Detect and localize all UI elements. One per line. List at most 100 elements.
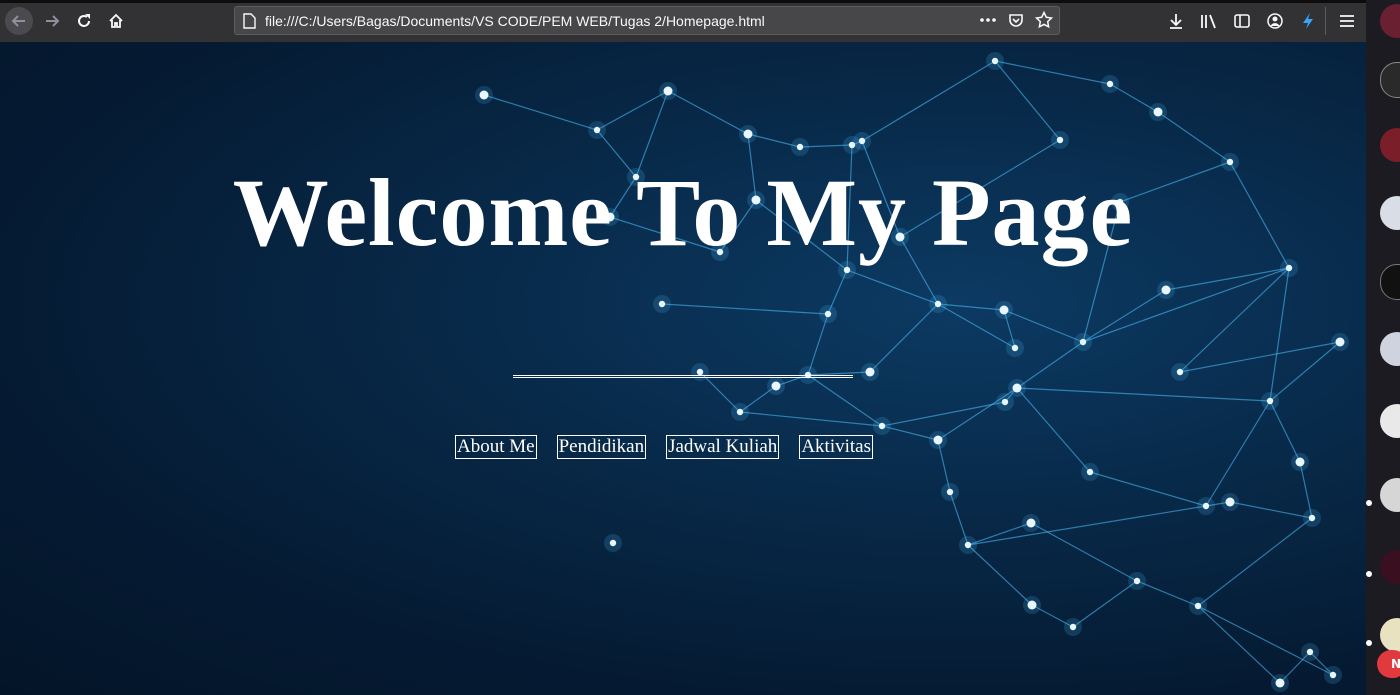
network-node [1202, 502, 1210, 510]
network-line [596, 90, 669, 131]
home-button[interactable] [102, 7, 130, 35]
avatar[interactable] [1380, 404, 1400, 438]
nav-link-jadwal-kuliah[interactable]: Jadwal Kuliah [666, 435, 780, 459]
library-icon[interactable] [1199, 10, 1219, 32]
toolbar-actions [1166, 10, 1318, 32]
avatar[interactable] [1380, 264, 1400, 300]
url-bar[interactable]: file:///C:/Users/Bagas/Documents/VS CODE… [234, 6, 1060, 35]
page-viewport: Welcome To My Page About Me Pendidikan J… [0, 42, 1366, 695]
nav-link-pendidikan[interactable]: Pendidikan [556, 435, 647, 459]
network-node [1026, 518, 1036, 528]
network-line [1157, 111, 1231, 163]
network-line [1269, 267, 1290, 402]
avatar[interactable] [1380, 128, 1400, 162]
network-line [1082, 267, 1290, 343]
network-line [1072, 580, 1138, 628]
hamburger-icon [1340, 15, 1354, 27]
toolbar-divider [1325, 7, 1326, 35]
network-line [881, 401, 1006, 427]
network-line [1269, 400, 1301, 463]
network-node [663, 86, 673, 96]
network-node [1133, 577, 1141, 585]
network-line [994, 60, 1061, 141]
unread-dot [1366, 571, 1372, 577]
network-node [736, 408, 744, 416]
network-line [1165, 267, 1290, 291]
network-line [1269, 341, 1341, 402]
network-line [667, 90, 749, 135]
menu-button[interactable] [1336, 10, 1358, 32]
network-node [1012, 383, 1022, 393]
network-line [1003, 309, 1084, 343]
avatar[interactable] [1380, 62, 1400, 98]
network-node [1308, 514, 1316, 522]
avatar[interactable] [1380, 618, 1400, 652]
network-line [1229, 501, 1313, 519]
avatar[interactable] [1380, 196, 1400, 230]
network-node [609, 539, 617, 547]
network-line [994, 60, 1111, 85]
avatar[interactable] [1380, 478, 1400, 512]
reload-button[interactable] [70, 7, 98, 35]
browser-toolbar: file:///C:/Users/Bagas/Documents/VS CODE… [0, 0, 1366, 43]
download-icon[interactable] [1166, 10, 1186, 32]
network-node [1079, 338, 1087, 346]
unread-dot [1366, 640, 1372, 646]
network-node [1306, 648, 1314, 656]
reload-icon [78, 14, 90, 27]
network-node [1069, 623, 1077, 631]
network-node [1011, 344, 1019, 352]
network-node [1056, 136, 1064, 144]
app-sidebar [1366, 0, 1400, 695]
avatar[interactable] [1380, 550, 1400, 584]
nav-link-about-me[interactable]: About Me [455, 435, 537, 459]
network-line [1179, 267, 1290, 373]
network-line [1197, 605, 1281, 684]
extension-icon[interactable] [1298, 10, 1318, 32]
network-node [999, 305, 1009, 315]
pocket-icon[interactable] [1007, 11, 1025, 29]
network-line [1016, 387, 1271, 402]
url-actions [979, 11, 1053, 29]
network-line [967, 505, 1207, 546]
network-node [1106, 80, 1114, 88]
bookmark-star-icon[interactable] [1035, 11, 1053, 29]
notification-badge[interactable]: N [1377, 650, 1400, 678]
url-text[interactable]: file:///C:/Users/Bagas/Documents/VS CODE… [265, 13, 765, 29]
network-node [933, 435, 943, 445]
network-line [1016, 387, 1091, 473]
network-line [869, 303, 939, 373]
network-line [1197, 605, 1334, 676]
network-node [1295, 457, 1305, 467]
sidebar-icon[interactable] [1232, 10, 1252, 32]
network-line [1089, 471, 1207, 507]
back-button[interactable] [5, 7, 33, 35]
network-node [479, 90, 489, 100]
arrow-left-icon [11, 15, 25, 27]
network-line [807, 374, 883, 427]
network-node [771, 381, 781, 391]
network-line [807, 313, 829, 376]
network-line [1179, 341, 1341, 373]
network-line [483, 94, 598, 131]
page-title: Welcome To My Page [232, 159, 1134, 266]
network-node [1266, 397, 1274, 405]
network-node [1161, 285, 1171, 295]
network-node [1176, 368, 1184, 376]
network-line [967, 544, 1033, 606]
forward-button[interactable] [38, 7, 66, 35]
home-icon [109, 13, 123, 28]
avatar[interactable] [1380, 4, 1400, 38]
account-icon[interactable] [1265, 10, 1285, 32]
network-node [593, 126, 601, 134]
network-line [1205, 400, 1271, 507]
network-node [878, 422, 886, 430]
nav-link-aktivitas[interactable]: Aktivitas [799, 435, 873, 459]
more-icon[interactable] [979, 11, 997, 29]
network-line [1082, 289, 1167, 343]
network-line [846, 269, 939, 305]
avatar[interactable] [1380, 332, 1400, 366]
network-node [824, 310, 832, 318]
network-line [1016, 341, 1084, 389]
unread-dot [1366, 500, 1372, 506]
